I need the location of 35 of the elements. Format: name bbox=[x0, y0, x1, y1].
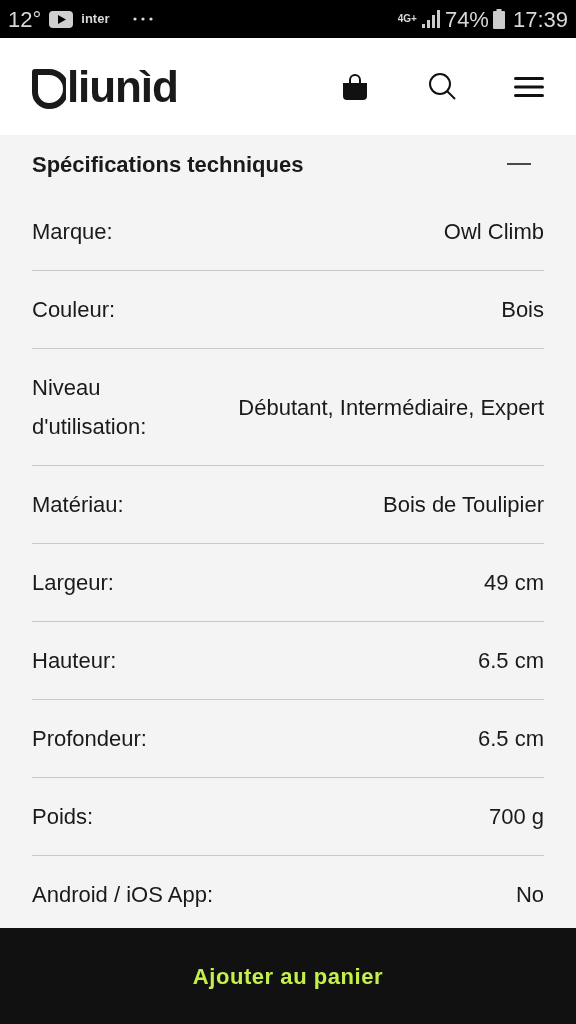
more-notifications-icon bbox=[133, 17, 154, 21]
section-title: Spécifications techniques bbox=[32, 150, 304, 179]
signal-icon bbox=[420, 10, 441, 28]
clock: 17:39 bbox=[512, 5, 568, 34]
spec-value: 700 g bbox=[488, 803, 544, 831]
logo-mark-icon bbox=[32, 68, 66, 109]
temperature: 12° bbox=[8, 5, 42, 34]
spec-label: Niveau d'utilisation: bbox=[32, 374, 148, 441]
spec-value: Débutant, Intermédiaire, Expert bbox=[238, 393, 544, 422]
spec-value: 6.5 cm bbox=[477, 647, 544, 675]
notification-label: inter bbox=[81, 10, 110, 29]
spec-label: Poids: bbox=[32, 803, 95, 831]
spec-label: Profondeur: bbox=[32, 725, 148, 753]
spec-label: Marque: bbox=[32, 218, 114, 246]
logo-text: liunìd bbox=[67, 64, 178, 109]
spec-label: Largeur: bbox=[32, 569, 115, 597]
spec-value: 49 cm bbox=[484, 569, 544, 597]
search-icon[interactable] bbox=[428, 71, 458, 102]
network-type: 4G+ bbox=[397, 14, 417, 24]
spec-value: Bois bbox=[501, 296, 544, 324]
add-to-cart-button[interactable]: Ajouter au panier bbox=[0, 928, 576, 1024]
spec-label: Hauteur: bbox=[32, 647, 118, 675]
spec-value: 6.5 cm bbox=[477, 725, 544, 753]
video-app-icon bbox=[49, 10, 74, 28]
spec-value: Owl Climb bbox=[443, 218, 544, 246]
spec-value: No bbox=[515, 881, 544, 909]
menu-icon[interactable] bbox=[514, 75, 544, 98]
spec-label: Android / iOS App: bbox=[32, 881, 214, 909]
shopping-bag-icon[interactable] bbox=[341, 72, 369, 101]
spec-label: Matériau: bbox=[32, 491, 125, 519]
spec-value: Bois de Toulipier bbox=[382, 491, 544, 519]
section-header[interactable]: Spécifications techniques bbox=[32, 135, 544, 193]
battery-percent: 74% bbox=[444, 5, 489, 34]
battery-icon bbox=[492, 9, 505, 29]
spec-label: Couleur: bbox=[32, 296, 117, 324]
